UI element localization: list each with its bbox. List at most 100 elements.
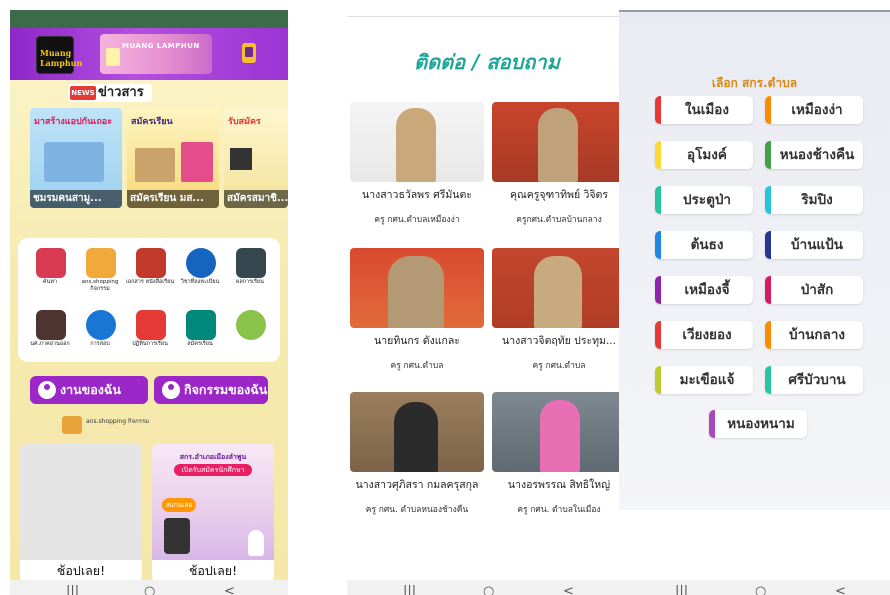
- menu-item-documents[interactable]: เอกสาร หนังสือเรียน: [126, 248, 174, 285]
- menu-panel: ค้นหา ans.shopping กิจกรรม เอกสาร หนังสื…: [18, 238, 280, 362]
- district-color-bar: [709, 410, 715, 438]
- contact-photo: [350, 102, 484, 182]
- shop-now-label: ช้อปเลย!: [188, 563, 238, 578]
- phone-icon[interactable]: [242, 43, 256, 63]
- contact-photo: [492, 102, 619, 182]
- poster-title: สกร.อำเภอเมืองลำพูน: [179, 453, 247, 461]
- district-color-bar: [655, 186, 661, 214]
- menu-item-label: นศ.ภาคอ่านออก: [30, 341, 70, 347]
- shop-section-header[interactable]: ans.shopping กิจกรรม: [62, 412, 152, 438]
- district-button[interactable]: อุโมงค์: [655, 141, 753, 169]
- news-card-caption: สมัครสมาชิ...: [224, 190, 288, 208]
- contact-name: นางสาวธวัลพร ศรีมันตะ: [362, 189, 472, 201]
- district-button[interactable]: เหมืองจี้: [655, 276, 753, 304]
- product-image: [20, 444, 142, 560]
- app-logo[interactable]: Muang Lamphun: [36, 36, 83, 74]
- person-figure: [388, 256, 444, 328]
- news-card[interactable]: มาสร้างแอปกันเถอะ ชมรมคนสามู...: [30, 108, 122, 208]
- poster-tag: สแกนเลย: [162, 498, 196, 512]
- contact-photo: [492, 248, 619, 328]
- contact-name: นางอรพรรณ สิทธิใหญ่: [507, 479, 611, 491]
- district-label: ป่าสัก: [800, 282, 834, 298]
- my-activity-label: กิจกรรมของฉัน: [184, 382, 268, 397]
- shop-now-label: ช้อปเลย!: [56, 563, 106, 578]
- district-button[interactable]: ประตูป่า: [655, 186, 753, 214]
- status-bar: [10, 10, 288, 28]
- contact-screen: ติดต่อ / สอบถาม นางสาวธวัลพร ศรีมันตะ คร…: [347, 10, 619, 595]
- news-card-image: [44, 142, 104, 182]
- district-button[interactable]: หนองหนาม: [709, 410, 807, 438]
- district-label: หนองหนาม: [727, 416, 795, 432]
- district-color-bar: [655, 231, 661, 259]
- back-button[interactable]: <: [563, 584, 574, 595]
- news-card-title: รับสมัคร: [228, 117, 261, 127]
- menu-item-results[interactable]: ผลการเรียน: [230, 248, 270, 285]
- home-button[interactable]: ○: [483, 584, 494, 595]
- my-activity-button[interactable]: กิจกรรมของฉัน: [154, 376, 268, 404]
- contact-role: ครู กศน.ตำบลเหมืองง่า: [374, 215, 460, 225]
- person-figure: [538, 108, 578, 182]
- district-button[interactable]: บ้านแป้น: [765, 231, 863, 259]
- app-logo-text: Muang Lamphun: [40, 48, 83, 68]
- menu-item-shopping[interactable]: ans.shopping กิจกรรม: [80, 248, 120, 292]
- back-button[interactable]: <: [224, 584, 235, 595]
- menu-item-exam[interactable]: การสอบ: [80, 310, 120, 347]
- product-card[interactable]: สกร.อำเภอเมืองลำพูน เปิดรับสมัครนักศึกษา…: [152, 444, 274, 582]
- calendar-icon: [136, 310, 166, 340]
- menu-item-calendar[interactable]: ปฏิทินการเรียน: [130, 310, 170, 347]
- menu-item-subjects[interactable]: วิชาที่ลงทะเบียน: [180, 248, 220, 285]
- recents-button[interactable]: |||: [66, 584, 79, 595]
- district-button[interactable]: ในเมือง: [655, 96, 753, 124]
- district-color-bar: [655, 366, 661, 394]
- menu-item-search[interactable]: ค้นหา: [30, 248, 70, 285]
- shop-label: ans.shopping กิจกรรม: [86, 418, 150, 425]
- recents-button[interactable]: |||: [403, 584, 416, 595]
- district-color-bar: [765, 186, 771, 214]
- district-button[interactable]: ต้นธง: [655, 231, 753, 259]
- district-label: ต้นธง: [690, 237, 724, 253]
- page-title: เลือก สกร.ตำบล: [711, 76, 798, 90]
- my-work-button[interactable]: งานของฉัน: [30, 376, 148, 404]
- district-button[interactable]: ริมปิง: [765, 186, 863, 214]
- news-card[interactable]: รับสมัคร สมัครสมาชิ...: [224, 108, 288, 208]
- contact-role: ครู กศน. ตำบลหนองช้างคืน: [365, 505, 469, 515]
- district-button[interactable]: ป่าสัก: [765, 276, 863, 304]
- district-color-bar: [655, 96, 661, 124]
- menu-item-label: การสอบ: [90, 341, 110, 347]
- my-work-label: งานของฉัน: [60, 382, 121, 397]
- news-badge: NEWS: [70, 86, 96, 100]
- header-banner: MUANG LAMPHUN: [100, 34, 212, 74]
- contact-name: นายทินกร ดังแกละ: [374, 335, 460, 347]
- menu-item-school[interactable]: [230, 310, 270, 346]
- home-button[interactable]: ○: [144, 584, 155, 595]
- user-icon: [38, 381, 56, 399]
- district-color-bar: [765, 321, 771, 349]
- district-button[interactable]: หนองช้างคืน: [765, 141, 863, 169]
- district-button[interactable]: ศรีบัวบาน: [765, 366, 863, 394]
- district-color-bar: [765, 366, 771, 394]
- contact-role: ครูกศน.ตำบลบ้านกลาง: [516, 215, 602, 225]
- home-button[interactable]: ○: [755, 584, 766, 595]
- district-button[interactable]: บ้านกลาง: [765, 321, 863, 349]
- district-label: เวียงยอง: [682, 327, 732, 343]
- district-color-bar: [765, 96, 771, 124]
- presenter-icon: [186, 310, 216, 340]
- recents-button[interactable]: |||: [675, 584, 688, 595]
- district-button[interactable]: เหมืองง่า: [765, 96, 863, 124]
- menu-item-reading[interactable]: นศ.ภาคอ่านออก: [30, 310, 70, 347]
- menu-item-label: เอกสาร หนังสือเรียน: [125, 279, 175, 285]
- news-title: ข่าวสาร: [98, 85, 144, 100]
- activity-icon: [162, 381, 180, 399]
- district-button[interactable]: มะเขือแจ้: [655, 366, 753, 394]
- monitor-icon: [236, 248, 266, 278]
- contact-photo: [350, 392, 484, 472]
- product-card[interactable]: ช้อปเลย!: [20, 444, 142, 582]
- checklist-icon: [86, 310, 116, 340]
- district-color-bar: [655, 276, 661, 304]
- divider: [347, 16, 619, 17]
- news-card[interactable]: สมัครเรียน สมัครเรียน มส...: [127, 108, 219, 208]
- district-label: บ้านกลาง: [789, 327, 845, 343]
- menu-item-enroll[interactable]: สมัครเรียน: [180, 310, 220, 347]
- back-button[interactable]: <: [835, 584, 846, 595]
- district-button[interactable]: เวียงยอง: [655, 321, 753, 349]
